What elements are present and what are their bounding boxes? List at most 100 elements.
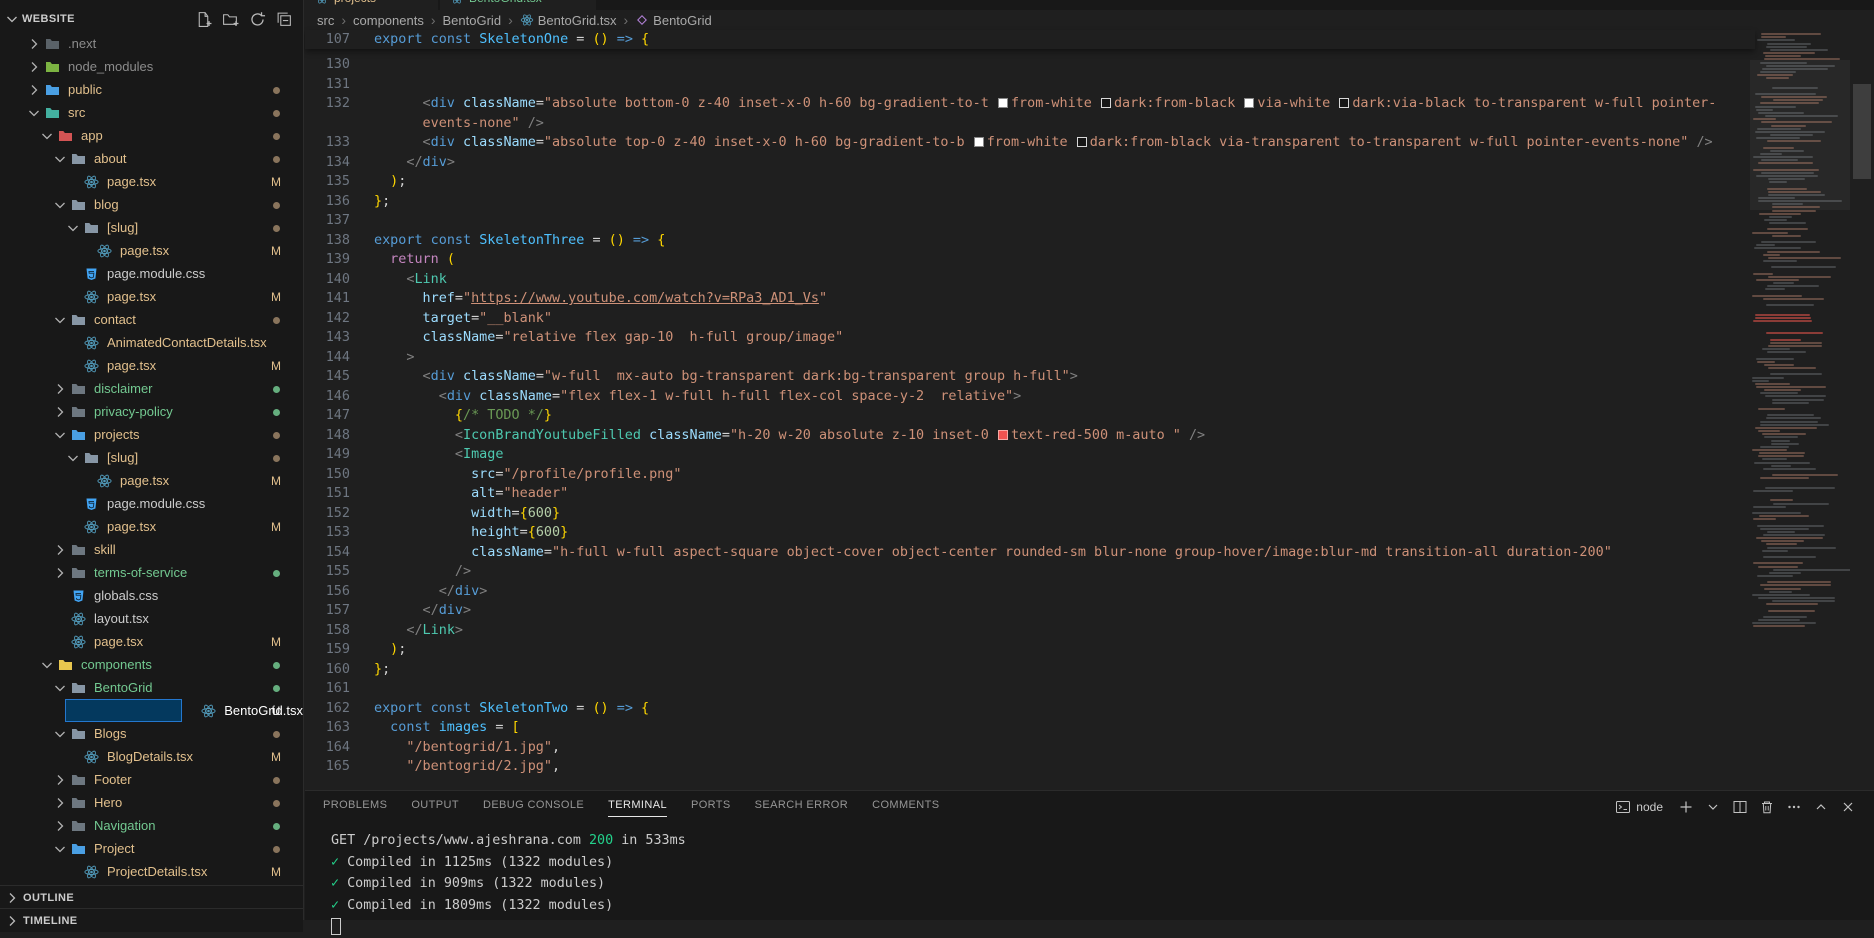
scrollbar-thumb[interactable] [1853,84,1871,179]
line-number[interactable]: 148 [305,426,350,446]
code-line[interactable]: 161 [305,679,1750,699]
code-line[interactable]: 138 export const SkeletonThree = () => { [305,231,1750,251]
chevron-up-icon[interactable] [1813,799,1829,815]
line-number[interactable]: 149 [305,445,350,465]
code-line[interactable]: 136 }; [305,192,1750,212]
code-line[interactable]: 143 className="relative flex gap-10 h-fu… [305,328,1750,348]
code-line[interactable]: 147 {/* TODO */} [305,406,1750,426]
outline-section-header[interactable]: OUTLINE [0,885,303,909]
ellipsis-icon[interactable] [1786,799,1802,815]
tree-item-page-tsx[interactable]: page.tsx M [0,515,303,538]
tree-item-page-tsx[interactable]: page.tsx M [0,285,303,308]
code-line[interactable]: 150 src="/profile/profile.png" [305,465,1750,485]
code-line[interactable]: 145 <div className="w-full mx-auto bg-tr… [305,367,1750,387]
line-number[interactable]: 131 [305,75,350,95]
explorer-header[interactable]: WEBSITE [0,0,303,31]
code-line[interactable]: 149 <Image [305,445,1750,465]
code-line[interactable]: 131 [305,75,1750,95]
code-line[interactable]: 157 </div> [305,601,1750,621]
line-number[interactable]: 164 [305,738,350,758]
line-number[interactable]: 165 [305,757,350,777]
code-line[interactable]: 132 <div className="absolute bottom-0 z-… [305,94,1750,133]
tree-item-projects[interactable]: projects [0,423,303,446]
line-number[interactable]: 141 [305,289,350,309]
trash-icon[interactable] [1759,799,1775,815]
tree-item-page-module-css[interactable]: page.module.css [0,262,303,285]
tree-item-blogs[interactable]: Blogs [0,722,303,745]
code-line[interactable]: 151 alt="header" [305,484,1750,504]
tree-item-page-tsx[interactable]: page.tsx M [0,239,303,262]
line-number[interactable]: 132 [305,94,350,133]
refresh-icon[interactable] [249,11,266,28]
code-line[interactable]: 155 /> [305,562,1750,582]
tree-item-next[interactable]: .next [0,32,303,55]
line-number[interactable]: 143 [305,328,350,348]
tree-item-page-tsx[interactable]: page.tsx M [0,354,303,377]
line-number[interactable]: 160 [305,660,350,680]
tree-item-blogdetails-tsx[interactable]: BlogDetails.tsx M [0,745,303,768]
code-line[interactable]: 163 const images = [ [305,718,1750,738]
code-line[interactable]: 165 "/bentogrid/2.jpg", [305,757,1750,777]
line-number[interactable]: 152 [305,504,350,524]
timeline-section-header[interactable]: TIMELINE [0,908,303,932]
line-number[interactable]: 151 [305,484,350,504]
shell-selector[interactable]: node [1615,799,1663,815]
panel-tab-output[interactable]: OUTPUT [411,799,459,817]
panel-tab-problems[interactable]: PROBLEMS [323,799,387,817]
chevron-down-icon[interactable] [1705,799,1721,815]
line-number[interactable]: 162 [305,699,350,719]
code-line[interactable]: 137 [305,211,1750,231]
panel-tab-debug-console[interactable]: DEBUG CONSOLE [483,799,584,817]
color-swatch[interactable] [1339,98,1349,108]
code-line[interactable]: 130 [305,55,1750,75]
code-editor[interactable]: 130 131 132 <div className="absolute bot… [305,49,1750,790]
line-number[interactable]: 163 [305,718,350,738]
panel-tab-search-error[interactable]: SEARCH ERROR [755,799,848,817]
new-folder-icon[interactable] [222,11,239,28]
code-line[interactable]: 134 </div> [305,153,1750,173]
code-line[interactable]: 139 return ( [305,250,1750,270]
editor-scrollbar[interactable] [1850,28,1874,790]
color-swatch[interactable] [1077,137,1087,147]
code-line[interactable]: 158 </Link> [305,621,1750,641]
panel-tab-ports[interactable]: PORTS [691,799,731,817]
code-line[interactable]: 154 className="h-full w-full aspect-squa… [305,543,1750,563]
code-line[interactable]: 142 target="__blank" [305,309,1750,329]
line-number[interactable]: 138 [305,231,350,251]
code-line[interactable]: 159 ); [305,640,1750,660]
line-number[interactable]: 140 [305,270,350,290]
line-number[interactable]: 144 [305,348,350,368]
line-number[interactable]: 130 [305,55,350,75]
tree-item-terms-of-service[interactable]: terms-of-service [0,561,303,584]
panel-tab-comments[interactable]: COMMENTS [872,799,939,817]
line-number[interactable]: 157 [305,601,350,621]
code-line[interactable]: 133 <div className="absolute top-0 z-40 … [305,133,1750,153]
code-line[interactable]: 148 <IconBrandYoutubeFilled className="h… [305,426,1750,446]
tree-item-navigation[interactable]: Navigation [0,814,303,837]
line-number[interactable]: 156 [305,582,350,602]
line-number[interactable]: 139 [305,250,350,270]
breadcrumb-item[interactable]: src [317,13,334,28]
minimap[interactable] [1750,30,1850,790]
new-file-icon[interactable] [195,11,212,28]
code-line[interactable]: 164 "/bentogrid/1.jpg", [305,738,1750,758]
collapse-all-icon[interactable] [276,11,293,28]
line-number[interactable]: 155 [305,562,350,582]
line-number[interactable]: 134 [305,153,350,173]
code-line[interactable]: 135 ); [305,172,1750,192]
plus-icon[interactable] [1678,799,1694,815]
line-number[interactable]: 154 [305,543,350,563]
tree-item-skill[interactable]: skill [0,538,303,561]
line-number[interactable]: 145 [305,367,350,387]
tree-item-animatedcontactdetails-tsx[interactable]: AnimatedContactDetails.tsx [0,331,303,354]
line-number[interactable]: 133 [305,133,350,153]
tree-item-projectdetails-tsx[interactable]: ProjectDetails.tsx M [0,860,303,883]
line-number[interactable]: 135 [305,172,350,192]
tree-item-privacy-policy[interactable]: privacy-policy [0,400,303,423]
code-line[interactable]: 152 width={600} [305,504,1750,524]
panel-tab-terminal[interactable]: TERMINAL [608,799,667,817]
close-icon[interactable] [1840,799,1856,815]
tree-item-disclaimer[interactable]: disclaimer [0,377,303,400]
tree-item-components[interactable]: components [0,653,303,676]
breadcrumb-item[interactable]: BentoGrid.tsx [520,13,617,28]
